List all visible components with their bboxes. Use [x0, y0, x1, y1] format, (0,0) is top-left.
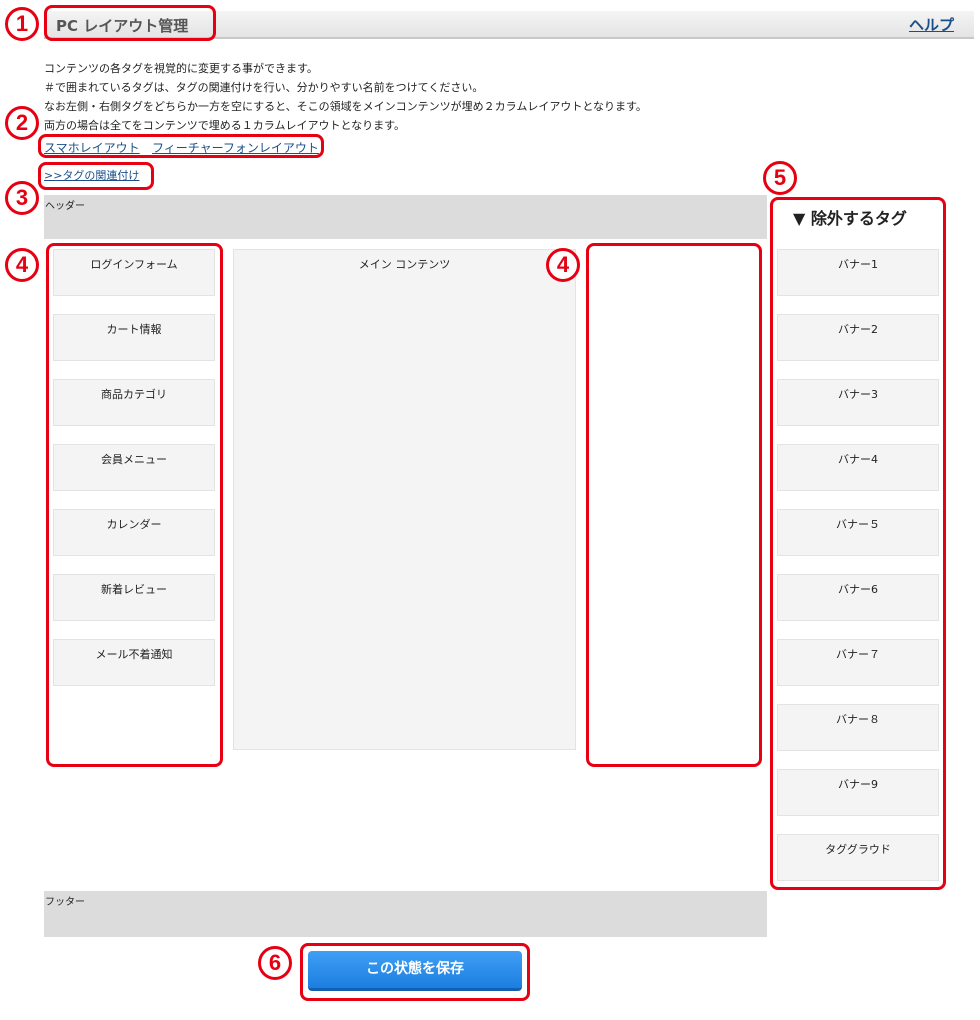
callout-box-4-left: [46, 243, 223, 767]
footer-zone-label: フッター: [45, 897, 85, 908]
callout-box-2: [38, 134, 324, 158]
callout-box-6: [300, 943, 530, 1001]
callout-number-1: 1: [5, 7, 39, 41]
callout-box-3: [38, 162, 154, 190]
description-line-1: コンテンツの各タグを視覚的に変更する事ができます。: [44, 62, 318, 75]
description-line-2: ＃で囲まれているタグは、タグの関連付けを行い、分かりやすい名前をつけてください。: [44, 81, 484, 94]
callout-number-2: 2: [5, 106, 39, 140]
header-zone[interactable]: [44, 195, 767, 239]
header-zone-label: ヘッダー: [45, 201, 85, 212]
callout-box-1: [44, 5, 216, 41]
callout-number-5: 5: [763, 161, 797, 195]
callout-number-3: 3: [5, 181, 39, 215]
callout-box-5: [770, 197, 946, 890]
callout-number-4-right: 4: [546, 248, 580, 282]
help-link[interactable]: ヘルプ: [909, 14, 954, 35]
description-line-3: なお左側・右側タグをどちらか一方を空にすると、そこの領域をメインコンテンツが埋め…: [44, 100, 647, 113]
callout-number-6: 6: [258, 946, 292, 980]
callout-number-4-left: 4: [5, 248, 39, 282]
description-line-4: 両方の場合は全てをコンテンツで埋める１カラムレイアウトとなります。: [44, 119, 406, 132]
main-content-zone[interactable]: メイン コンテンツ: [233, 249, 576, 750]
footer-zone[interactable]: [44, 891, 767, 937]
callout-box-4-right: [586, 243, 762, 767]
